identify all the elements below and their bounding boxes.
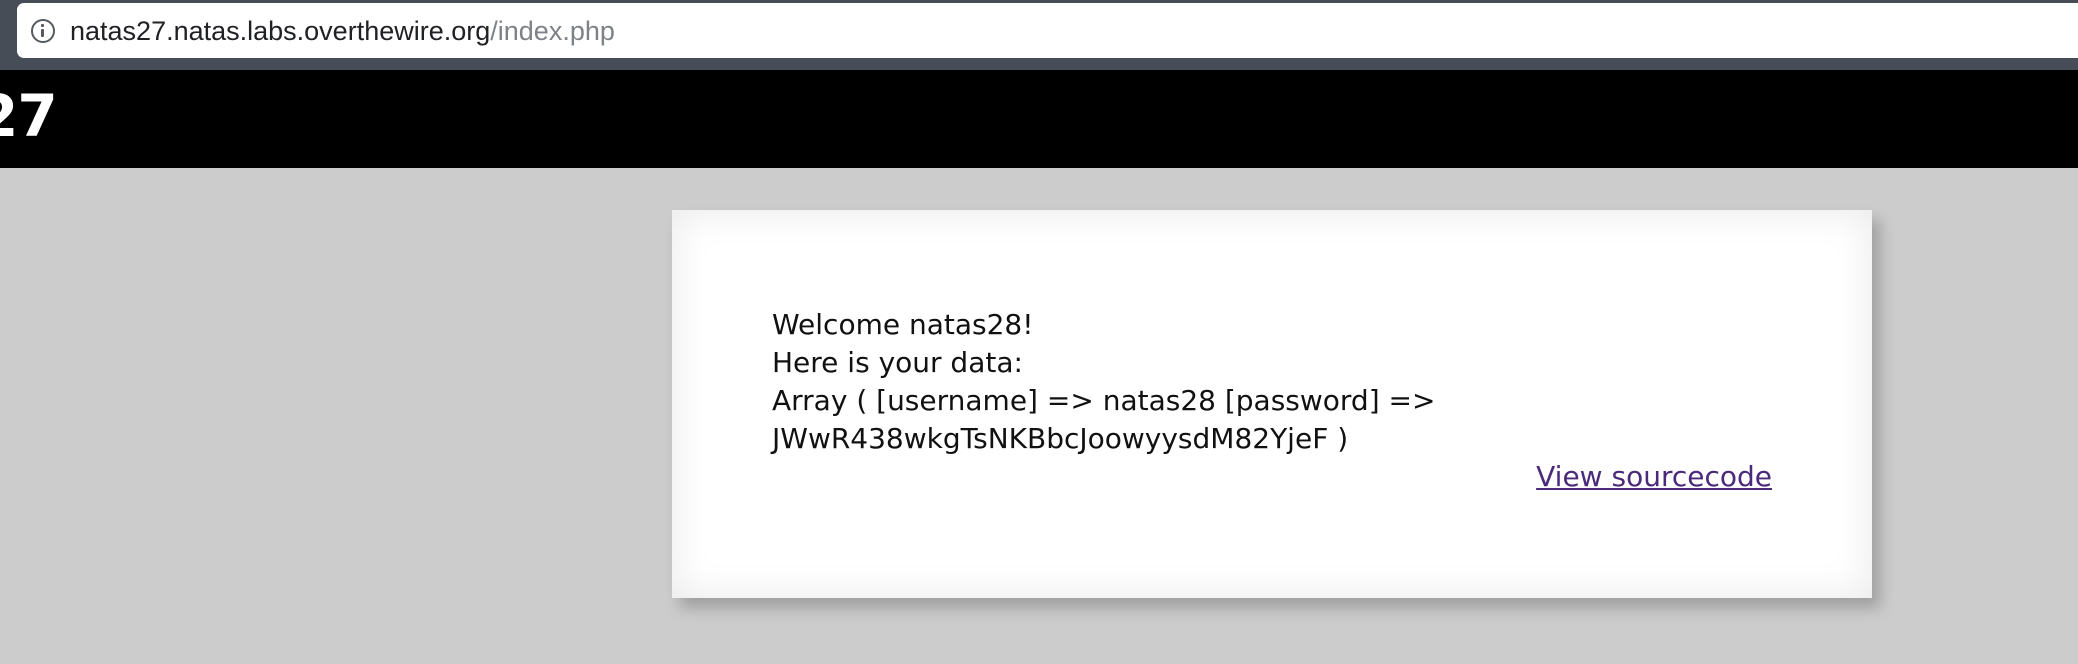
url-host: natas27.natas.labs.overthewire.org [70,16,491,46]
welcome-line: Welcome natas28! [772,308,1034,341]
url-path: /index.php [490,16,615,46]
content-panel: Welcome natas28! Here is your data: Arra… [672,210,1872,598]
message-text: Welcome natas28! Here is your data: Arra… [772,306,1772,458]
data-label-line: Here is your data: [772,346,1023,379]
page-title: 27 [0,82,58,150]
address-bar[interactable]: natas27.natas.labs.overthewire.org/index… [17,3,2078,58]
password-line: JWwR438wkgTsNKBbcJoowyysdM82YjeF ) [772,422,1349,455]
url-text[interactable]: natas27.natas.labs.overthewire.org/index… [70,15,615,47]
page-header: 27 [0,70,2078,168]
info-icon[interactable] [31,19,55,43]
browser-toolbar: natas27.natas.labs.overthewire.org/index… [0,0,2078,70]
view-sourcecode-link[interactable]: View sourcecode [1536,459,1772,495]
array-line: Array ( [username] => natas28 [password]… [772,384,1436,417]
